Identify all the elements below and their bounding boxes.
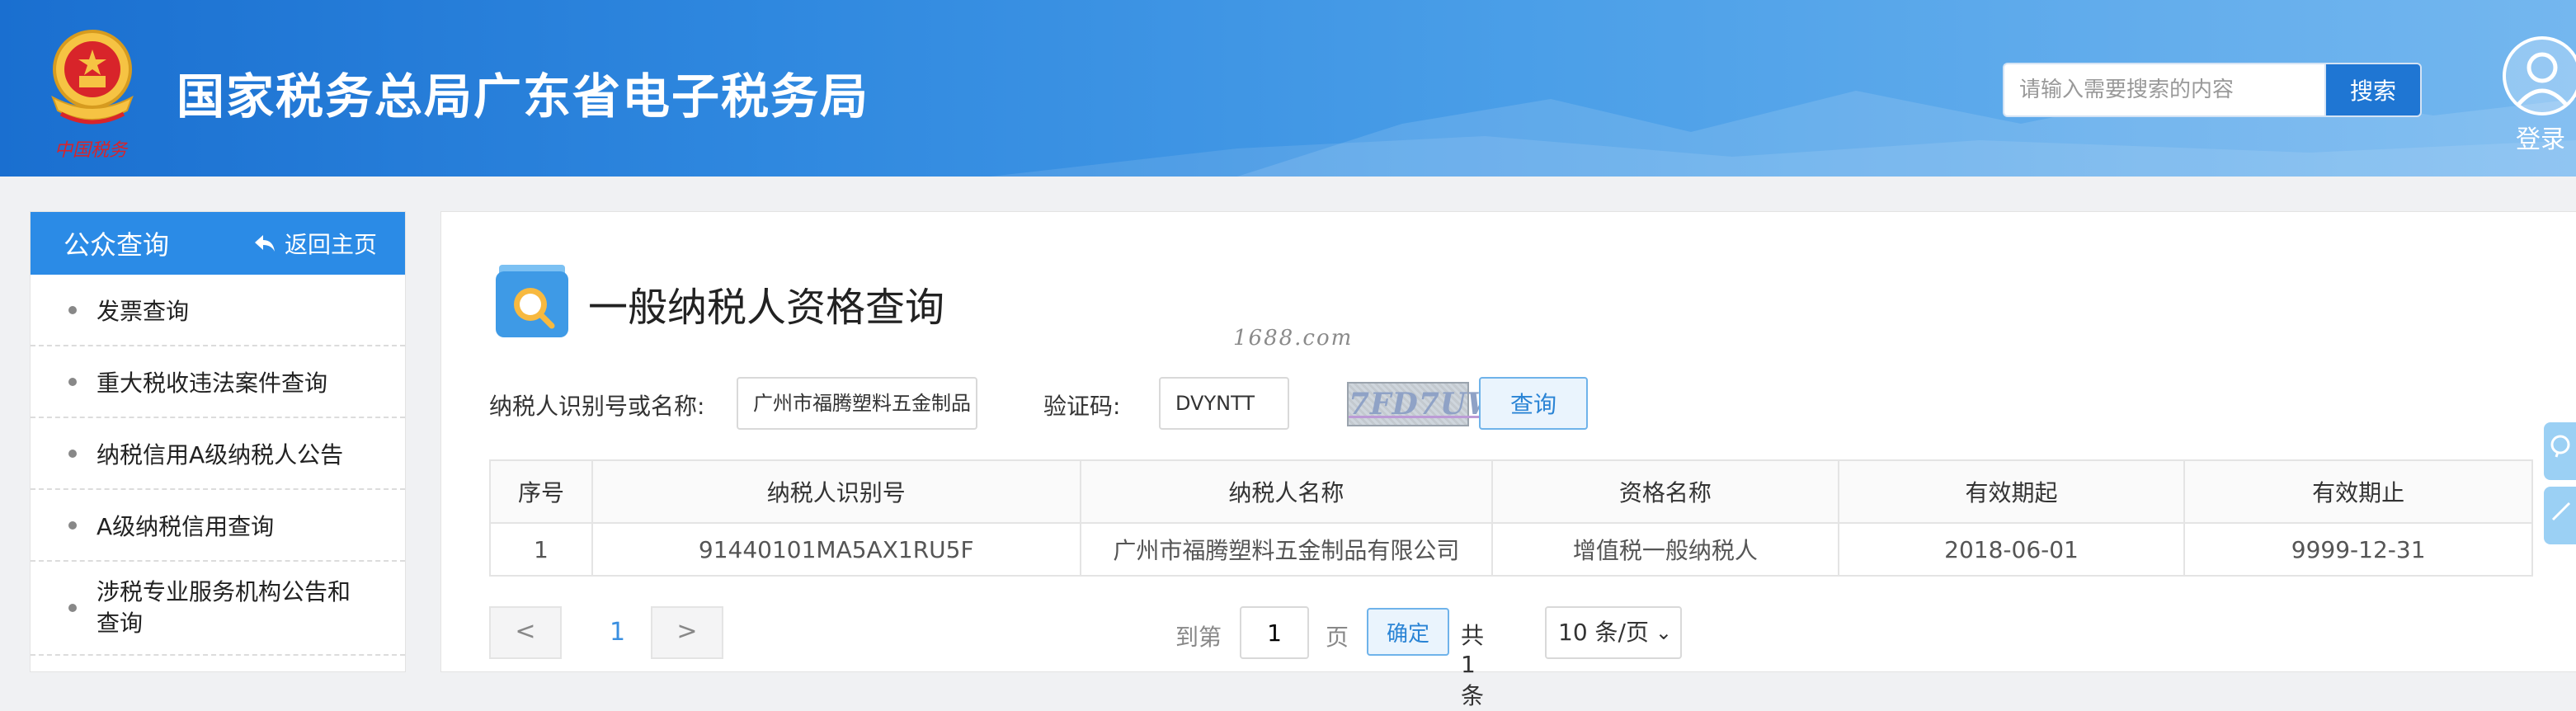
site-header: 中国税务 国家税务总局广东省电子税务局 搜索 登录 xyxy=(0,0,2576,177)
sidebar-item-invoice-query[interactable]: 发票查询 xyxy=(31,275,405,346)
sidebar-item-major-violation[interactable]: 重大税收违法案件查询 xyxy=(31,346,405,418)
chevron-down-icon: ⌄ xyxy=(1655,621,1672,644)
col-header-qualification: 资格名称 xyxy=(1491,459,1839,524)
goto-label: 到第 xyxy=(1175,624,1222,651)
back-home-button[interactable]: 返回主页 xyxy=(253,227,377,260)
captcha-label: 验证码: xyxy=(1043,393,1121,420)
site-title: 国家税务总局广东省电子税务局 xyxy=(177,68,870,125)
search-input[interactable] xyxy=(2003,63,2326,117)
bullet-icon xyxy=(68,449,77,458)
edit-icon[interactable] xyxy=(2544,487,2576,544)
page-title: 一般纳税人资格查询 xyxy=(588,285,945,331)
sidebar-item-tax-agency[interactable]: 涉税专业服务机构公告和查询 xyxy=(31,562,405,656)
cell-valid-from: 2018-06-01 xyxy=(1837,522,2186,577)
cell-index: 1 xyxy=(489,522,593,577)
cell-valid-to: 9999-12-31 xyxy=(2183,522,2533,577)
pagination: < 1 > 到第 页 确定 共 1 条 10 条/页 ⌄ xyxy=(489,606,1682,709)
goto-page-input[interactable] xyxy=(1240,606,1309,659)
table-row: 1 91440101MA5AX1RU5F 广州市福腾塑料五金制品有限公司 增值税… xyxy=(489,522,2533,577)
main-panel: 一般纳税人资格查询 1688.com 纳税人识别号或名称: 广州市福腾塑料五金制… xyxy=(440,211,2576,709)
prev-page-button[interactable]: < xyxy=(489,606,562,659)
sidebar-item-label: 纳税信用A级纳税人公告 xyxy=(97,440,344,469)
page-size-select[interactable]: 10 条/页 ⌄ xyxy=(1545,606,1682,659)
captcha-image[interactable]: 7FD7UW xyxy=(1347,382,1500,426)
page-size-value: 10 条/页 xyxy=(1558,619,1649,646)
sidebar-item-label: A级纳税信用查询 xyxy=(97,512,275,540)
cell-qualification: 增值税一般纳税人 xyxy=(1491,522,1839,577)
col-header-name: 纳税人名称 xyxy=(1079,459,1494,524)
bullet-icon xyxy=(68,604,77,612)
watermark: 1688.com xyxy=(1233,326,1354,351)
next-page-button[interactable]: > xyxy=(651,606,723,659)
col-header-index: 序号 xyxy=(489,459,593,524)
bullet-icon xyxy=(68,377,77,386)
query-button[interactable]: 查询 xyxy=(1479,377,1588,430)
table-header-row: 序号 纳税人识别号 纳税人名称 资格名称 有效期起 有效期止 xyxy=(489,459,2533,524)
sidebar-item-label: 重大税收违法案件查询 xyxy=(97,369,328,397)
captcha-input[interactable]: DVYNTT xyxy=(1159,377,1289,430)
bullet-icon xyxy=(68,520,77,530)
total-count: 共 1 条 xyxy=(1461,622,1485,709)
col-header-valid-from: 有效期起 xyxy=(1837,459,2186,524)
col-header-valid-to: 有效期止 xyxy=(2183,459,2533,524)
sidebar-title: 公众查询 xyxy=(64,229,170,261)
sidebar-header: 公众查询 返回主页 xyxy=(31,212,405,275)
login-link[interactable]: 登录 xyxy=(2516,119,2565,155)
search-button[interactable]: 搜索 xyxy=(2324,63,2422,117)
sidebar-item-a-credit-query[interactable]: A级纳税信用查询 xyxy=(31,490,405,562)
sidebar-item-a-credit-notice[interactable]: 纳税信用A级纳税人公告 xyxy=(31,418,405,490)
result-table: 序号 纳税人识别号 纳税人名称 资格名称 有效期起 有效期止 1 9144010… xyxy=(489,459,2533,577)
col-header-tax-id: 纳税人识别号 xyxy=(591,459,1081,524)
taxpayer-input[interactable]: 广州市福腾塑料五金制品 xyxy=(737,377,977,430)
reply-arrow-icon xyxy=(254,235,275,252)
query-form: 纳税人识别号或名称: 广州市福腾塑料五金制品 验证码: DVYNTT 7FD7U… xyxy=(489,377,2056,430)
sidebar-item-label: 涉税专业服务机构公告和查询 xyxy=(97,578,351,637)
cell-name: 广州市福腾塑料五金制品有限公司 xyxy=(1079,522,1494,577)
search-document-icon xyxy=(496,265,568,337)
taxpayer-label: 纳税人识别号或名称: xyxy=(489,393,705,420)
back-home-label: 返回主页 xyxy=(284,231,377,258)
goto-confirm-button[interactable]: 确定 xyxy=(1367,608,1449,656)
page-unit-label: 页 xyxy=(1326,624,1349,651)
feedback-icon[interactable] xyxy=(2544,422,2576,480)
sidebar: 公众查询 返回主页 发票查询 重大税收违法案件查询 纳税信用A级纳税人公告 A级… xyxy=(30,211,406,672)
page-number-current[interactable]: 1 xyxy=(610,618,625,647)
user-avatar-icon[interactable] xyxy=(2503,36,2576,115)
cell-tax-id: 91440101MA5AX1RU5F xyxy=(591,522,1081,577)
emblem-caption: 中国税务 xyxy=(54,140,128,161)
sidebar-item-label: 发票查询 xyxy=(97,297,190,325)
bullet-icon xyxy=(68,305,77,314)
